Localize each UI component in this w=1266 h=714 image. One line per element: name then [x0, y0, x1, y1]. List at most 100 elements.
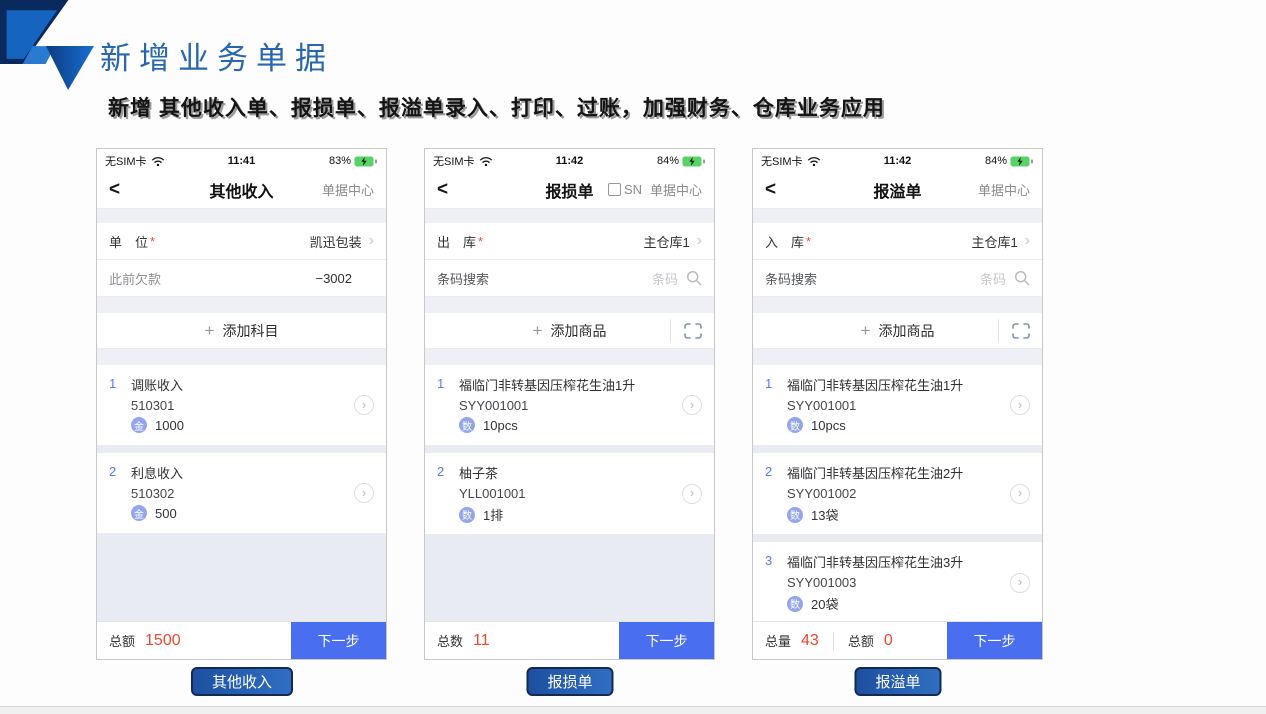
- back-button[interactable]: <: [437, 179, 448, 201]
- sn-label: SN: [624, 182, 642, 197]
- section-gap: [753, 297, 1042, 313]
- amount-badge: 金: [131, 417, 147, 433]
- battery-charging-icon: [682, 156, 706, 167]
- item-index: 1: [765, 375, 787, 435]
- item-index: 2: [109, 463, 131, 523]
- sn-checkbox[interactable]: SN: [608, 182, 642, 197]
- field-value: 凯迅包装: [310, 232, 362, 251]
- field-label: 条码搜索: [765, 269, 817, 288]
- list-item[interactable]: 3 福临门非转基因压榨花生油3升 SYY001003 数20袋 ›: [753, 542, 1042, 621]
- list-item[interactable]: 1 调账收入 510301 金1000 ›: [97, 365, 386, 445]
- total-value: 1500: [145, 632, 181, 650]
- field-value: −3002: [315, 271, 352, 286]
- section-gap: [97, 349, 386, 365]
- plus-icon: +: [205, 321, 215, 341]
- phone-other-income: 无SIM卡 11:41 83% < 其他收入 单据中心: [96, 148, 387, 660]
- list-item[interactable]: 1 福临门非转基因压榨花生油1升 SYY001001 数10pcs ›: [425, 365, 714, 445]
- barcode-search-row[interactable]: 条码搜索 条码: [753, 260, 1042, 297]
- scan-button[interactable]: [998, 319, 1042, 342]
- empty-area: [97, 541, 386, 621]
- quantity-badge: 数: [459, 507, 475, 523]
- item-index: 2: [437, 463, 459, 524]
- field-value: 主仓库1: [971, 232, 1017, 251]
- item-index: 1: [109, 375, 131, 435]
- field-label: 条码搜索: [437, 269, 489, 288]
- carrier-label: 无SIM卡: [761, 153, 803, 169]
- list-item[interactable]: 2 利息收入 510302 金500 ›: [97, 453, 386, 533]
- item-name: 调账收入: [131, 375, 184, 394]
- page-title: 报溢单: [873, 178, 921, 202]
- empty-area: [425, 542, 714, 621]
- barcode-search-row[interactable]: 条码搜索 条码: [425, 260, 714, 297]
- magnifier-icon[interactable]: [686, 270, 702, 286]
- next-step-button[interactable]: 下一步: [947, 622, 1042, 659]
- item-index: 2: [765, 463, 787, 524]
- list-item[interactable]: 2 福临门非转基因压榨花生油2升 SYY001002 数13袋 ›: [753, 453, 1042, 534]
- field-row-unit[interactable]: 单 位* 凯迅包装 ›: [97, 223, 386, 260]
- required-mark: *: [806, 234, 811, 249]
- chevron-right-icon: ›: [682, 484, 702, 504]
- next-step-button[interactable]: 下一步: [619, 622, 714, 659]
- battery-charging-icon: [1010, 156, 1034, 167]
- doc-center-link[interactable]: 单据中心: [650, 180, 702, 199]
- item-name: 福临门非转基因压榨花生油1升: [787, 375, 963, 394]
- doc-center-link[interactable]: 单据中心: [978, 180, 1030, 199]
- tag-button-other-income[interactable]: 其他收入: [191, 667, 293, 696]
- battery-percent: 84%: [985, 155, 1007, 167]
- item-name: 柚子茶: [459, 463, 526, 482]
- item-code: SYY001002: [787, 486, 963, 501]
- item-quantity: 1排: [483, 505, 503, 524]
- bottom-bar: 总数 11 下一步: [425, 621, 714, 659]
- item-code: SYY001003: [787, 575, 963, 590]
- add-subject-button[interactable]: + 添加科目: [97, 313, 386, 349]
- checkbox-icon[interactable]: [608, 183, 621, 196]
- section-gap: [425, 209, 714, 223]
- chevron-right-icon: ›: [682, 395, 702, 415]
- chevron-right-icon: ›: [1010, 573, 1030, 593]
- field-row-out-warehouse[interactable]: 出 库* 主仓库1 ›: [425, 223, 714, 260]
- back-button[interactable]: <: [109, 179, 120, 201]
- chevron-right-icon: ›: [1010, 395, 1030, 415]
- item-name: 福临门非转基因压榨花生油1升: [459, 375, 635, 394]
- item-index: 3: [765, 552, 787, 613]
- item-list: 1 调账收入 510301 金1000 › 2 利息收入 510302 金500…: [97, 365, 386, 621]
- magnifier-icon[interactable]: [1014, 270, 1030, 286]
- wifi-icon: [807, 156, 821, 167]
- doc-center-link[interactable]: 单据中心: [322, 180, 374, 199]
- total-label: 总数: [437, 631, 463, 650]
- item-name: 福临门非转基因压榨花生油2升: [787, 463, 963, 482]
- item-amount: 500: [155, 506, 177, 521]
- tag-button-overflow-report[interactable]: 报溢单: [854, 667, 941, 696]
- scan-button[interactable]: [670, 319, 714, 342]
- chevron-right-icon: ›: [1010, 484, 1030, 504]
- carrier-label: 无SIM卡: [105, 153, 147, 169]
- tag-button-loss-report[interactable]: 报损单: [526, 667, 613, 696]
- total-amount-value: 0: [884, 632, 893, 650]
- list-item[interactable]: 2 柚子茶 YLL001001 数1排 ›: [425, 453, 714, 534]
- wifi-icon: [479, 156, 493, 167]
- add-button-label: 添加科目: [222, 321, 278, 341]
- status-bar: 无SIM卡 11:42 84%: [753, 149, 1042, 171]
- section-gap: [97, 209, 386, 223]
- chevron-right-icon: ›: [697, 233, 702, 249]
- item-list: 1 福临门非转基因压榨花生油1升 SYY001001 数10pcs › 2 福临…: [753, 365, 1042, 621]
- presentation-slide: 新增业务单据 新增 其他收入单、报损单、报溢单录入、打印、过账，加强财务、仓库业…: [0, 0, 1266, 714]
- item-name: 福临门非转基因压榨花生油3升: [787, 552, 963, 571]
- add-product-button[interactable]: + 添加商品: [425, 313, 714, 349]
- section-gap: [425, 297, 714, 313]
- add-product-button[interactable]: + 添加商品: [753, 313, 1042, 349]
- section-gap: [753, 349, 1042, 365]
- search-placeholder: 条码: [652, 269, 678, 288]
- back-button[interactable]: <: [765, 179, 776, 201]
- quantity-badge: 数: [787, 596, 803, 612]
- slide-subtitle: 新增 其他收入单、报损单、报溢单录入、打印、过账，加强财务、仓库业务应用: [108, 92, 885, 122]
- field-row-in-warehouse[interactable]: 入 库* 主仓库1 ›: [753, 223, 1042, 260]
- chevron-right-icon: ›: [354, 395, 374, 415]
- list-item[interactable]: 1 福临门非转基因压榨花生油1升 SYY001001 数10pcs ›: [753, 365, 1042, 445]
- next-step-button[interactable]: 下一步: [291, 622, 386, 659]
- item-code: 510301: [131, 398, 184, 413]
- item-index: 1: [437, 375, 459, 435]
- nav-bar: < 报溢单 单据中心: [753, 171, 1042, 209]
- field-label: 出 库: [437, 232, 476, 251]
- item-code: SYY001001: [459, 398, 635, 413]
